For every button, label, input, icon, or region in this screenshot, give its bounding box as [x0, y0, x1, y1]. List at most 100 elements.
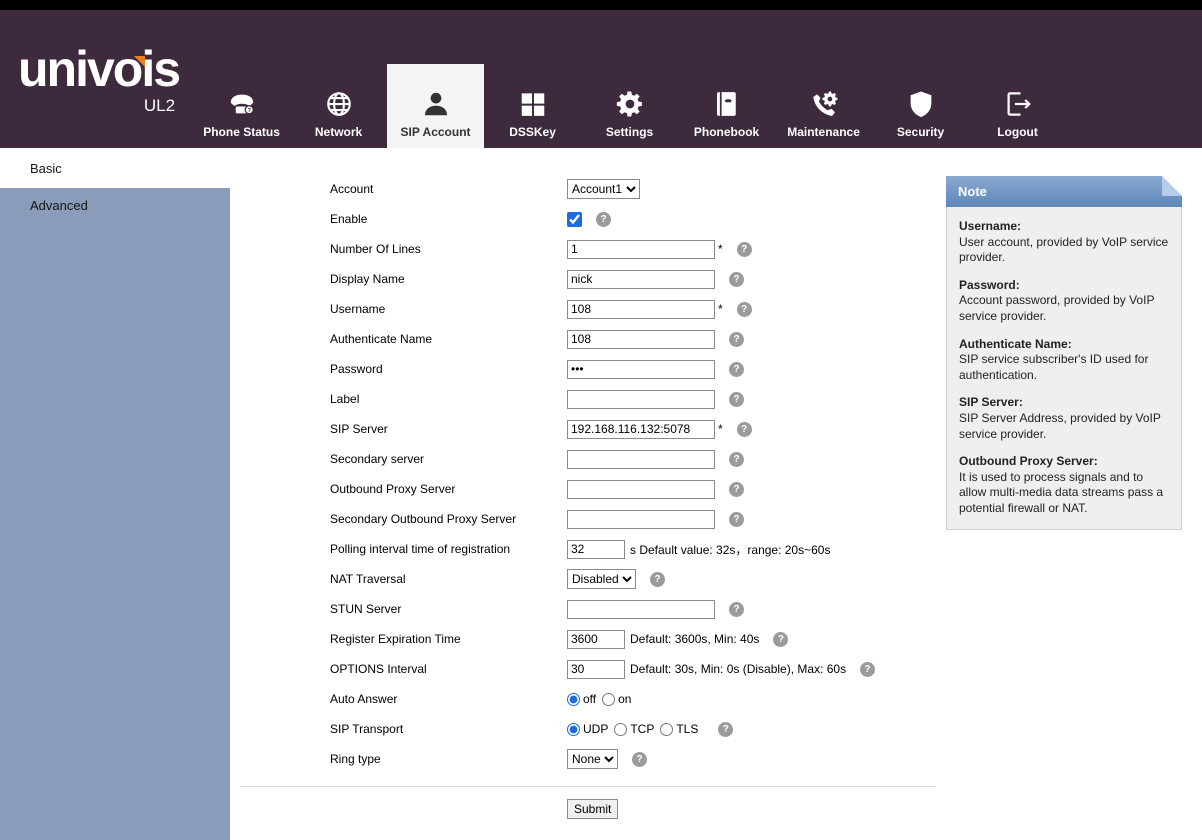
help-icon[interactable]: ? — [729, 332, 744, 347]
field-label: Secondary Outbound Proxy Server — [330, 512, 567, 526]
udp-radio[interactable] — [567, 723, 580, 736]
tab-security[interactable]: Security — [872, 64, 969, 148]
help-icon[interactable]: ? — [860, 662, 875, 677]
top-strip — [0, 0, 1202, 10]
field-label: STUN Server — [330, 602, 567, 616]
note-body: Username:User account, provided by VoIP … — [946, 207, 1182, 530]
tls-radio[interactable] — [660, 723, 673, 736]
auto-answer-option-off[interactable]: off — [567, 692, 596, 706]
help-icon[interactable]: ? — [737, 422, 752, 437]
password-input[interactable] — [567, 360, 715, 379]
sip-server-input[interactable] — [567, 420, 715, 439]
secondary-outbound-proxy-server-input[interactable] — [567, 510, 715, 529]
logout-icon — [1003, 87, 1033, 121]
tab-label: Logout — [997, 125, 1038, 139]
help-icon[interactable]: ? — [737, 302, 752, 317]
help-icon[interactable]: ? — [632, 752, 647, 767]
stun-server-input[interactable] — [567, 600, 715, 619]
tab-settings[interactable]: Settings — [581, 64, 678, 148]
help-icon[interactable]: ? — [729, 392, 744, 407]
note-panel: Note Username:User account, provided by … — [946, 176, 1182, 530]
note-entry-password: Password:Account password, provided by V… — [959, 278, 1169, 325]
help-icon[interactable]: ? — [650, 572, 665, 587]
tab-maintenance[interactable]: Maintenance — [775, 64, 872, 148]
submit-row: Submit — [240, 786, 936, 819]
radio-label: on — [618, 692, 631, 706]
authenticate-name-input[interactable] — [567, 330, 715, 349]
help-icon[interactable]: ? — [729, 362, 744, 377]
field-label: Display Name — [330, 272, 567, 286]
sip-transport-option-tls[interactable]: TLS — [660, 722, 698, 736]
note-term: Authenticate Name: — [959, 337, 1169, 353]
help-icon[interactable]: ? — [737, 242, 752, 257]
nat-traversal-select[interactable]: Disabled — [567, 569, 636, 589]
tab-dsskey[interactable]: DSSKey — [484, 64, 581, 148]
note-entry-outbound-proxy-server: Outbound Proxy Server:It is used to proc… — [959, 454, 1169, 516]
help-icon[interactable]: ? — [729, 452, 744, 467]
outbound-proxy-server-input[interactable] — [567, 480, 715, 499]
tcp-radio[interactable] — [614, 723, 627, 736]
note-term: Password: — [959, 278, 1169, 294]
field-label: Account — [330, 182, 567, 196]
tab-sip-account[interactable]: SIP Account — [387, 64, 484, 148]
form-row-enable: Enable? — [230, 204, 936, 234]
field-hint: s Default value: 32s，range: 20s~60s — [630, 541, 830, 558]
help-icon[interactable]: ? — [718, 722, 733, 737]
display-name-input[interactable] — [567, 270, 715, 289]
off-radio[interactable] — [567, 693, 580, 706]
logo: univois UL2 — [18, 10, 179, 148]
tab-network[interactable]: Network — [290, 64, 387, 148]
dsskey-grid-icon — [518, 87, 548, 121]
account-select[interactable]: Account1 — [567, 179, 640, 199]
register-expiration-time-input[interactable] — [567, 630, 625, 649]
note-term: SIP Server: — [959, 395, 1169, 411]
submit-button[interactable]: Submit — [567, 799, 618, 819]
tab-label: Settings — [606, 125, 653, 139]
field-label: Authenticate Name — [330, 332, 567, 346]
form-row-label: Label? — [230, 384, 936, 414]
form-row-sip-transport: SIP TransportUDPTCPTLS? — [230, 714, 936, 744]
required-indicator: * — [718, 242, 723, 256]
form-row-ring-type: Ring typeNone? — [230, 744, 936, 774]
form-row-polling-interval-time-of-registration: Polling interval time of registration s D… — [230, 534, 936, 564]
form-row-nat-traversal: NAT TraversalDisabled? — [230, 564, 936, 594]
field-label: Polling interval time of registration — [330, 542, 567, 556]
help-icon[interactable]: ? — [596, 212, 611, 227]
label-input[interactable] — [567, 390, 715, 409]
main-form: AccountAccount1Enable?Number Of Lines*?D… — [230, 148, 936, 819]
secondary-server-input[interactable] — [567, 450, 715, 469]
note-entry-sip-server: SIP Server:SIP Server Address, provided … — [959, 395, 1169, 442]
logo-text: univois — [18, 44, 179, 94]
note-header: Note — [946, 176, 1182, 207]
help-icon[interactable]: ? — [729, 602, 744, 617]
tab-phonebook[interactable]: Phonebook — [678, 64, 775, 148]
auto-answer-option-on[interactable]: on — [602, 692, 631, 706]
logo-model: UL2 — [18, 96, 179, 116]
form-row-authenticate-name: Authenticate Name? — [230, 324, 936, 354]
enable-checkbox[interactable] — [567, 212, 582, 227]
help-icon[interactable]: ? — [729, 272, 744, 287]
main-nav: ?Phone StatusNetworkSIP AccountDSSKey Set… — [193, 10, 1066, 148]
field-label: Auto Answer — [330, 692, 567, 706]
field-label: Password — [330, 362, 567, 376]
ring-type-select[interactable]: None — [567, 749, 618, 769]
tab-logout[interactable]: Logout — [969, 64, 1066, 148]
help-icon[interactable]: ? — [729, 512, 744, 527]
note-desc: SIP service subscriber's ID used for aut… — [959, 352, 1169, 383]
sip-transport-option-tcp[interactable]: TCP — [614, 722, 654, 736]
help-icon[interactable]: ? — [729, 482, 744, 497]
help-icon[interactable]: ? — [773, 632, 788, 647]
form-row-number-of-lines: Number Of Lines*? — [230, 234, 936, 264]
sidebar-item-basic[interactable]: Basic — [0, 148, 230, 188]
sidebar-item-advanced[interactable]: Advanced — [0, 188, 230, 223]
field-label: Enable — [330, 212, 567, 226]
on-radio[interactable] — [602, 693, 615, 706]
maintenance-icon — [809, 87, 839, 121]
note-term: Outbound Proxy Server: — [959, 454, 1169, 470]
number-of-lines-input[interactable] — [567, 240, 715, 259]
username-input[interactable] — [567, 300, 715, 319]
options-interval-input[interactable] — [567, 660, 625, 679]
tab-phone-status[interactable]: ?Phone Status — [193, 64, 290, 148]
polling-interval-time-of-registration-input[interactable] — [567, 540, 625, 559]
sip-transport-option-udp[interactable]: UDP — [567, 722, 608, 736]
